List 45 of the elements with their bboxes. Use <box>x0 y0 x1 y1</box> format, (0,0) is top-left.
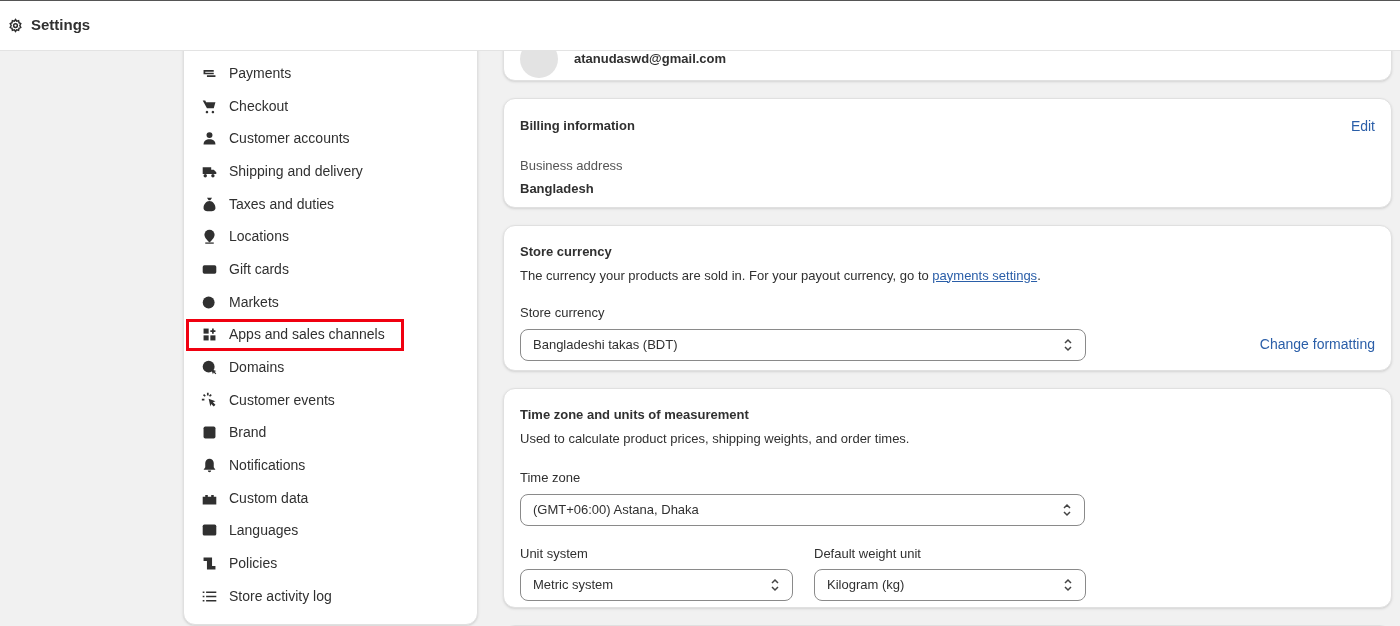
settings-icon <box>8 18 23 33</box>
card-title: Time zone and units of measurement <box>520 406 750 424</box>
page-title: Settings <box>31 15 91 36</box>
location-pin-icon <box>201 228 218 246</box>
change-formatting-link[interactable]: Change formatting <box>1259 334 1375 355</box>
card-description: Used to calculate product prices, shipping weights, and order times. <box>520 429 911 448</box>
sidebar-item[interactable]: Shipping and delivery <box>201 155 460 188</box>
field-label: Unit system <box>520 544 589 563</box>
bell-icon <box>201 457 218 475</box>
chevron-icon <box>770 578 780 592</box>
sidebar-item[interactable]: Domains <box>201 351 460 384</box>
account-email: atanudaswd@gmail.com <box>574 49 727 68</box>
sidebar-item[interactable]: Payments <box>201 57 460 90</box>
unit-system-select[interactable]: Metric system <box>520 569 793 601</box>
chevron-icon <box>1062 502 1072 517</box>
chevron-icon <box>1063 337 1073 352</box>
sidebar-item[interactable]: Languages <box>201 514 460 548</box>
sidebar-item[interactable]: Customer accounts <box>201 122 460 156</box>
sidebar-item[interactable]: Brand <box>201 416 460 450</box>
cursor-click-icon <box>201 391 218 409</box>
sidebar-item[interactable]: Gift cards <box>201 253 460 286</box>
field-label: Time zone <box>520 469 582 487</box>
card-title: Store currency <box>520 243 613 261</box>
sidebar-item[interactable]: Policies <box>201 547 460 580</box>
time-zone-select[interactable]: (GMT+06:00) Astana, Dhaka <box>520 493 1085 526</box>
sidebar-item[interactable]: Custom data <box>201 481 460 515</box>
highlighted-sidebar-item[interactable]: Apps and sales channels <box>186 318 404 352</box>
sidebar-item[interactable]: Markets <box>201 285 460 319</box>
field-label: Default weight unit <box>814 544 922 563</box>
chevron-icon <box>1063 578 1073 592</box>
card-title: Billing information <box>520 117 635 135</box>
money-bag-icon <box>201 195 218 213</box>
field-value: Bangladesh <box>520 179 595 198</box>
currency-select[interactable]: Bangladeshi takas (BDT) <box>520 328 1086 361</box>
weight-unit-select[interactable]: Kilogram (kg) <box>814 569 1086 601</box>
sidebar-item[interactable]: Checkout <box>201 89 460 123</box>
edit-link[interactable]: Edit <box>1350 116 1375 137</box>
sidebar-item[interactable]: Locations <box>201 220 460 254</box>
sidebar-item[interactable]: Store activity log <box>201 580 460 613</box>
sidebar-item[interactable]: Taxes and duties <box>201 187 460 221</box>
field-label: Store currency <box>520 304 606 322</box>
sidebar-item[interactable]: Notifications <box>201 449 460 482</box>
field-label: Business address <box>520 157 624 175</box>
sidebar-item[interactable]: Customer events <box>201 383 460 417</box>
card-description: The currency your products are sold in. For your payout currency, go to payments settings. <box>520 266 1042 285</box>
